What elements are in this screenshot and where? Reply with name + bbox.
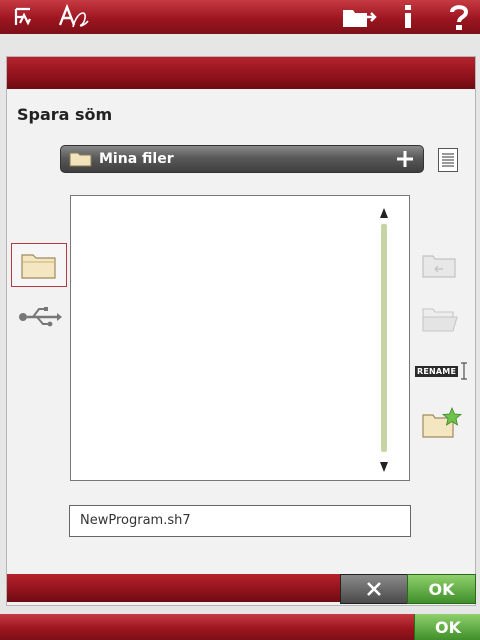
rename-button[interactable]: RENAME bbox=[415, 366, 459, 377]
folder-icon bbox=[21, 251, 57, 283]
scroll-down-arrow-icon[interactable] bbox=[379, 458, 389, 477]
text-cursor-icon bbox=[460, 362, 468, 384]
ok-button[interactable]: OK bbox=[407, 574, 476, 604]
scrollbar-track[interactable] bbox=[381, 224, 387, 452]
parent-folder-icon[interactable] bbox=[421, 253, 457, 283]
scroll-up-arrow-icon[interactable] bbox=[379, 204, 389, 223]
folder-icon bbox=[69, 150, 93, 172]
help-icon[interactable] bbox=[444, 2, 474, 32]
stitch-menu-icon[interactable] bbox=[8, 2, 38, 32]
list-view-icon[interactable] bbox=[438, 148, 458, 172]
open-folder-icon[interactable] bbox=[421, 305, 459, 337]
filename-field[interactable]: NewProgram.sh7 bbox=[69, 505, 411, 537]
save-stitch-dialog: Spara söm Mina filer RENAME NewProgram.s… bbox=[6, 56, 476, 606]
path-label: Mina filer bbox=[99, 151, 174, 167]
file-manager-icon[interactable] bbox=[340, 2, 378, 32]
top-toolbar bbox=[0, 0, 480, 34]
path-bar[interactable]: Mina filer bbox=[60, 145, 424, 173]
usb-icon bbox=[17, 307, 63, 333]
bottom-bar bbox=[0, 614, 480, 640]
usb-tab[interactable] bbox=[17, 305, 63, 333]
info-icon[interactable] bbox=[396, 2, 420, 32]
file-list[interactable] bbox=[70, 195, 410, 481]
filename-value: NewProgram.sh7 bbox=[80, 513, 191, 528]
bottom-ok-button[interactable]: OK bbox=[414, 614, 480, 640]
cancel-button[interactable] bbox=[340, 574, 408, 604]
dialog-header-bar bbox=[7, 57, 475, 89]
new-folder-plus-icon[interactable] bbox=[395, 149, 415, 173]
dialog-title: Spara söm bbox=[17, 105, 113, 124]
close-icon bbox=[366, 581, 382, 601]
my-files-tab[interactable] bbox=[11, 243, 67, 287]
new-folder-icon[interactable] bbox=[421, 406, 463, 443]
font-menu-icon[interactable] bbox=[56, 2, 92, 32]
